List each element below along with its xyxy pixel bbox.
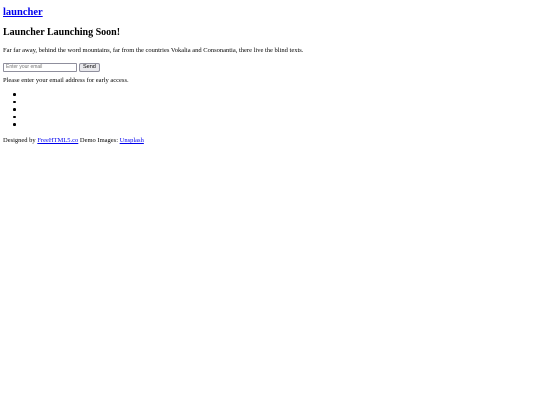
- social-list: [3, 91, 23, 129]
- brand-link[interactable]: launcher: [3, 7, 43, 18]
- page: launcher Launcher Launching Soon! Far fa…: [0, 0, 540, 405]
- early-access-note: Please enter your email address for earl…: [3, 77, 129, 84]
- footer-credits: Designed by FreeHTML5.co Demo Images: Un…: [3, 137, 144, 145]
- social-item: [3, 121, 23, 129]
- unsplash-link[interactable]: Unsplash: [120, 137, 144, 144]
- social-item: [3, 114, 23, 122]
- email-input[interactable]: [3, 62, 77, 72]
- signup-form: Send: [3, 62, 100, 72]
- social-item: [3, 106, 23, 114]
- page-title: Launcher Launching Soon!: [3, 27, 121, 38]
- designed-by-label: Designed by: [3, 137, 36, 144]
- social-item: [3, 91, 23, 99]
- site-logo: launcher: [3, 7, 43, 20]
- tagline-text: Far far away, behind the word mountains,…: [3, 47, 304, 54]
- designer-link[interactable]: FreeHTML5.co: [37, 137, 78, 144]
- demo-images-label: Demo Images:: [79, 137, 119, 144]
- send-button[interactable]: Send: [79, 62, 100, 72]
- social-item: [3, 99, 23, 107]
